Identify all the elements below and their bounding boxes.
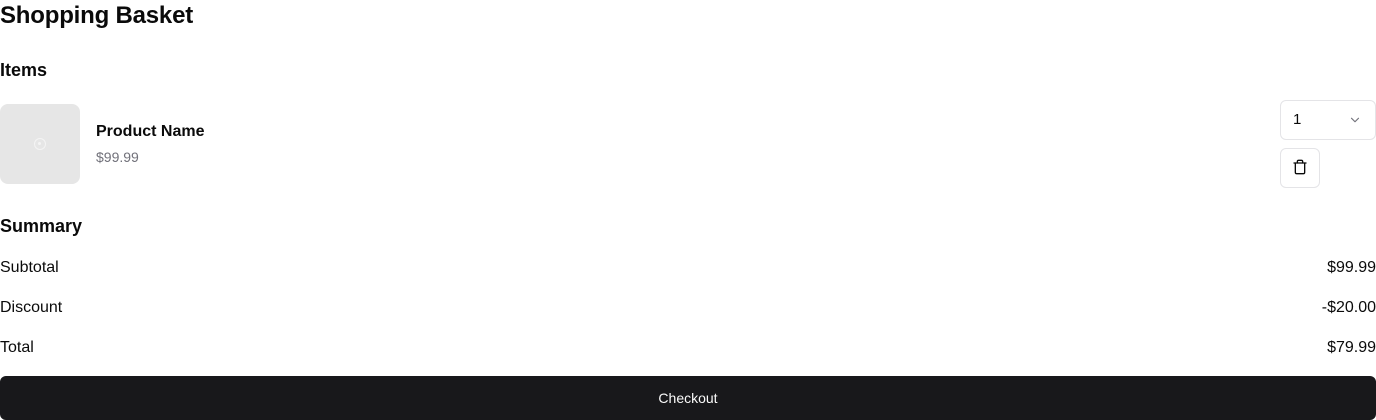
page-title: Shopping Basket — [0, 2, 194, 29]
subtotal-label: Subtotal — [0, 259, 59, 276]
total-value: $79.99 — [1327, 339, 1376, 356]
total-label: Total — [0, 339, 34, 356]
items-section-title: Items — [0, 60, 48, 80]
image-placeholder-icon — [34, 138, 46, 150]
chevron-down-icon — [1347, 112, 1363, 128]
summary-row-discount: Discount -$20.00 — [0, 297, 1376, 319]
quantity-value: 1 — [1293, 111, 1302, 128]
basket-item: Product Name $99.99 1 — [0, 100, 1376, 192]
remove-item-button[interactable] — [1280, 148, 1320, 188]
product-name: Product Name — [96, 123, 205, 140]
summary-section-title: Summary — [0, 216, 83, 236]
subtotal-value: $99.99 — [1327, 259, 1376, 276]
product-price: $99.99 — [96, 149, 139, 165]
product-image-placeholder — [0, 104, 80, 184]
shopping-basket-page: Shopping Basket Items Product Name $99.9… — [0, 0, 1376, 420]
quantity-select[interactable]: 1 — [1280, 100, 1376, 140]
summary-row-subtotal: Subtotal $99.99 — [0, 257, 1376, 279]
discount-value: -$20.00 — [1321, 299, 1376, 316]
discount-label: Discount — [0, 299, 63, 316]
summary-row-total: Total $79.99 — [0, 337, 1376, 359]
trash-icon — [1292, 159, 1308, 178]
checkout-button[interactable]: Checkout — [0, 376, 1376, 420]
